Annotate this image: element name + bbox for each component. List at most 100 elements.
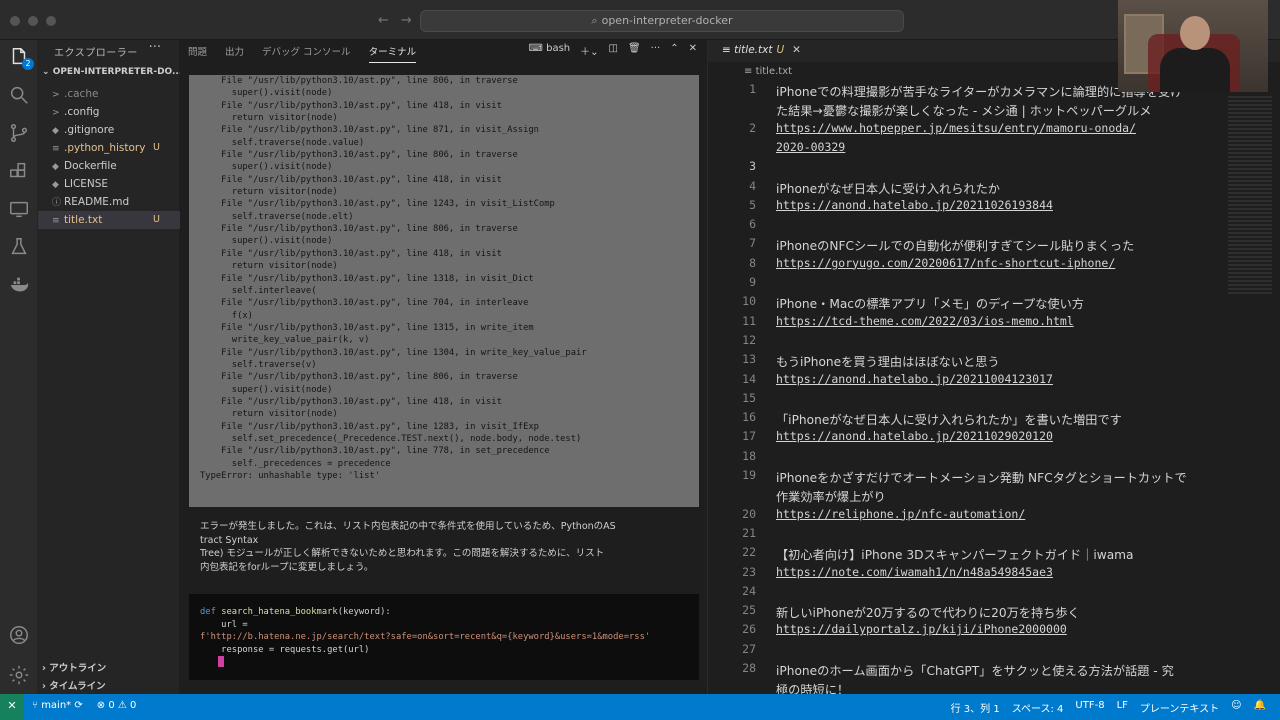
outline-label: アウトライン xyxy=(49,663,107,674)
new-terminal-icon[interactable]: ＋⌄ xyxy=(580,43,598,58)
traceback-line: self.traverse(node.value) xyxy=(200,137,365,148)
tree-item-config[interactable]: > .config xyxy=(38,103,180,121)
trash-icon[interactable]: 🗑 xyxy=(628,43,641,58)
settings-gear-icon[interactable] xyxy=(8,664,30,686)
url-link[interactable]: 2020-00329 xyxy=(776,140,845,154)
tree-item-python-history[interactable]: ≡ .python_history U xyxy=(38,139,180,157)
traceback-line: super().visit(node) xyxy=(200,88,333,99)
webcam-overlay xyxy=(1118,0,1268,92)
code-string: f'http://b.hatena.ne.jp/search/text?safe… xyxy=(200,632,651,642)
tree-item-label: LICENSE xyxy=(64,178,109,190)
editor-group: ≡ title.txt U ✕ ≡ title.txt 1 iPhoneでの料理撮影が… xyxy=(708,40,1280,697)
url-link[interactable]: https://anond.hatelabo.jp/20211004123017 xyxy=(776,372,1053,386)
line-text: 新しいiPhoneが20万するので代わりに20万を持ち歩く xyxy=(776,606,1080,621)
minimap[interactable] xyxy=(1228,96,1272,294)
traceback-line: return visitor(node) xyxy=(200,187,338,198)
tab-output[interactable]: 出力 xyxy=(225,44,244,63)
traceback-line: File "/usr/lib/python3.10/ast.py", line … xyxy=(200,100,502,111)
testing-icon[interactable] xyxy=(8,236,30,258)
notifications-bell-icon[interactable]: 🔔 xyxy=(1254,700,1266,715)
explorer-more-button[interactable]: ··· xyxy=(149,40,161,55)
tree-item-gitignore[interactable]: ◆ .gitignore xyxy=(38,121,180,139)
timeline-label: タイムライン xyxy=(49,681,106,692)
maximize-panel-icon[interactable]: ⌃ xyxy=(670,43,678,58)
language-mode[interactable]: プレーンテキスト xyxy=(1140,700,1219,715)
search-sidebar-icon[interactable] xyxy=(8,84,30,106)
explorer-badge: 2 xyxy=(22,58,34,70)
traceback-line: self.set_precedence(_Precedence.TEST.nex… xyxy=(200,433,582,444)
tree-item-readme[interactable]: ⓘ README.md xyxy=(38,193,180,211)
title-bar: ← → ⌕ open-interpreter-docker xyxy=(0,0,1280,40)
forward-arrow-icon[interactable]: → xyxy=(401,13,412,28)
code-block[interactable]: def search_hatena_bookmark(keyword): url… xyxy=(189,594,699,680)
cursor-position[interactable]: 行 3、列 1 xyxy=(951,700,1000,715)
outline-section[interactable]: › アウトライン xyxy=(42,660,106,674)
minimize-window-button[interactable] xyxy=(28,16,38,26)
line-number: 2 xyxy=(749,120,756,135)
message-line: Tree) モジュールが正しく解析できないためと思われます。この問題を解決するた… xyxy=(200,548,605,559)
url-link[interactable]: https://note.com/iwamah1/n/n48a549845ae3 xyxy=(776,565,1053,579)
line-number: 4 xyxy=(749,178,756,193)
tree-item-title-txt[interactable]: ≡ title.txt U xyxy=(38,211,180,229)
docker-file-icon: ◆ xyxy=(52,162,59,172)
tab-debug-console[interactable]: デバッグ コンソール xyxy=(262,44,351,63)
remote-explorer-icon[interactable] xyxy=(8,198,30,220)
sync-icon[interactable]: ⟳ xyxy=(74,700,82,711)
line-text: 作業効率が爆上がり xyxy=(776,490,886,505)
traceback-output[interactable]: File "/usr/lib/python3.10/ast.py", line … xyxy=(189,75,699,507)
url-link[interactable]: https://dailyportalz.jp/kiji/iPhone20000… xyxy=(776,622,1067,636)
explorer-icon[interactable]: 2 xyxy=(8,46,34,70)
traceback-line: File "/usr/lib/python3.10/ast.py", line … xyxy=(200,174,502,185)
url-link[interactable]: https://reliphone.jp/nfc-automation/ xyxy=(776,507,1025,521)
tree-item-label: .python_history xyxy=(64,142,146,154)
traceback-line: File "/usr/lib/python3.10/ast.py", line … xyxy=(200,273,534,284)
traceback-line: File "/usr/lib/python3.10/ast.py", line … xyxy=(200,396,502,407)
line-number: 7 xyxy=(749,236,756,251)
close-panel-icon[interactable]: ✕ xyxy=(689,43,697,58)
workspace-folder[interactable]: ⌄ OPEN-INTERPRETER-DO... xyxy=(42,67,182,77)
url-link[interactable]: https://goryugo.com/20200617/nfc-shortcu… xyxy=(776,256,1115,270)
tab-problems[interactable]: 問題 xyxy=(188,44,207,63)
editor-tab-title-txt[interactable]: ≡ title.txt U ✕ xyxy=(722,40,801,62)
line-ending[interactable]: LF xyxy=(1117,700,1128,715)
encoding[interactable]: UTF-8 xyxy=(1075,700,1104,715)
code-keyword: def xyxy=(200,607,216,617)
close-window-button[interactable] xyxy=(10,16,20,26)
problems-indicator[interactable]: ⊗ 0 ⚠ 0 xyxy=(97,700,137,711)
back-arrow-icon[interactable]: ← xyxy=(378,13,389,28)
code-line: url = xyxy=(200,619,248,630)
maximize-window-button[interactable] xyxy=(46,16,56,26)
url-link[interactable]: https://tcd-theme.com/2022/03/ios-memo.h… xyxy=(776,314,1074,328)
terminal-shell-selector[interactable]: ⌨ bash xyxy=(528,43,570,58)
url-link[interactable]: https://anond.hatelabo.jp/20211029020120 xyxy=(776,429,1053,443)
account-icon[interactable] xyxy=(8,624,30,646)
line-text: iPhoneのNFCシールでの自動化が便利すぎてシール貼りまくった xyxy=(776,239,1135,254)
url-link[interactable]: https://anond.hatelabo.jp/20211026193844 xyxy=(776,198,1053,212)
tree-item-label: .gitignore xyxy=(64,124,115,136)
line-text: iPhoneのホーム画面から「ChatGPT」をサクッと使える方法が話題 - 究 xyxy=(776,664,1174,678)
traceback-line: File "/usr/lib/python3.10/ast.py", line … xyxy=(200,446,550,457)
branch-indicator[interactable]: ⑂ main* ⟳ xyxy=(32,700,83,711)
status-left: ⑂ main* ⟳ ⊗ 0 ⚠ 0 xyxy=(32,700,136,711)
url-link[interactable]: https://www.hotpepper.jp/mesitsu/entry/m… xyxy=(776,121,1136,135)
tree-item-license[interactable]: ◆ LICENSE xyxy=(38,175,180,193)
tab-terminal[interactable]: ターミナル xyxy=(368,44,417,63)
command-center[interactable]: ⌕ open-interpreter-docker xyxy=(420,10,904,32)
remote-indicator-icon[interactable]: ✕ xyxy=(0,694,24,720)
extensions-icon[interactable] xyxy=(8,160,30,182)
indentation[interactable]: スペース: 4 xyxy=(1012,700,1064,715)
more-icon[interactable]: ··· xyxy=(651,43,661,58)
line-number: 22 xyxy=(742,545,756,560)
source-control-icon[interactable] xyxy=(8,122,30,144)
tree-item-dockerfile[interactable]: ◆ Dockerfile xyxy=(38,157,180,175)
timeline-section[interactable]: › タイムライン xyxy=(42,678,106,692)
docker-icon[interactable] xyxy=(8,274,30,296)
breadcrumb[interactable]: ≡ title.txt xyxy=(744,66,792,77)
tree-item-cache[interactable]: > .cache xyxy=(38,85,180,103)
split-terminal-icon[interactable]: ◫ xyxy=(609,43,618,58)
traceback-line: write_key_value_pair(k, v) xyxy=(200,335,370,346)
close-tab-icon[interactable]: ✕ xyxy=(792,44,801,56)
line-number: 14 xyxy=(742,371,756,386)
webcam-person-head xyxy=(1180,16,1210,50)
copilot-icon[interactable]: ☺ xyxy=(1231,700,1241,715)
